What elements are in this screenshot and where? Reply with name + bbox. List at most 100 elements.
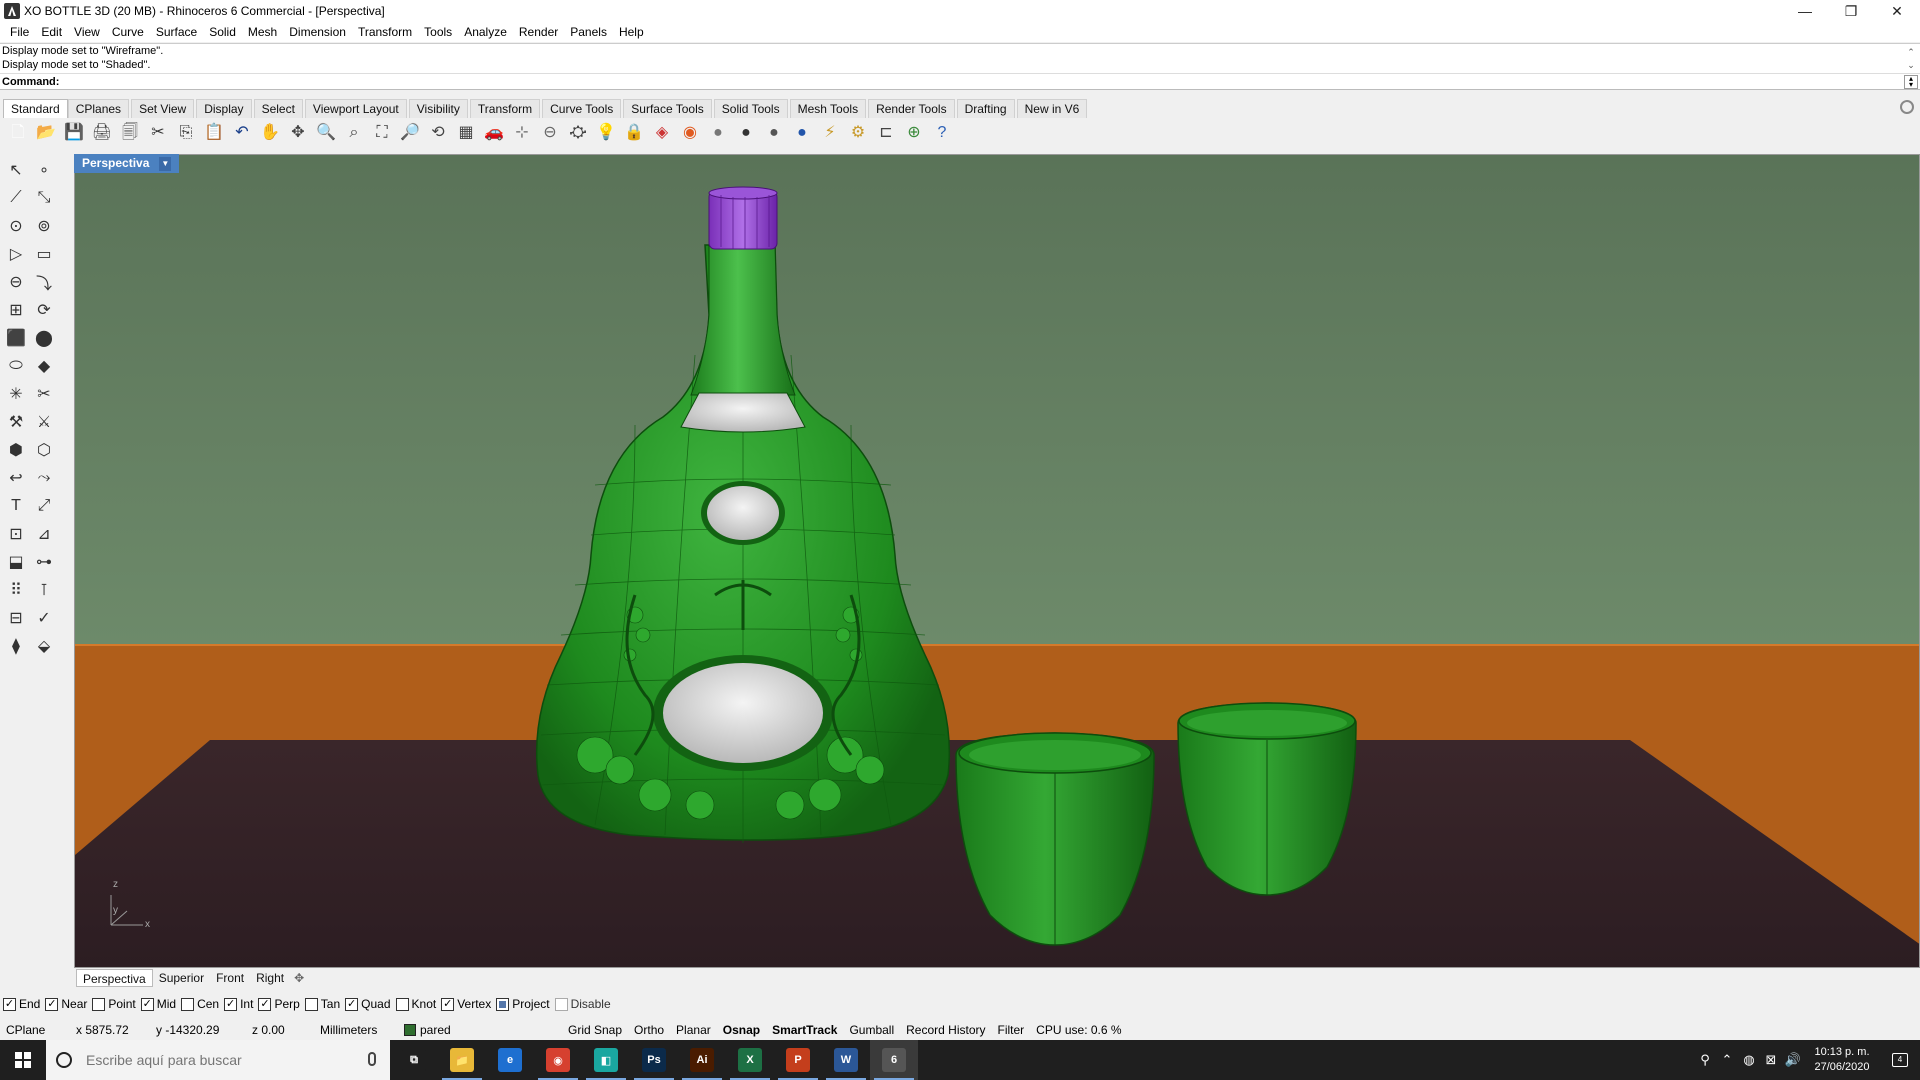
environment-sphere-icon[interactable]: ● xyxy=(788,119,816,147)
cplane-icon[interactable]: ⊖ xyxy=(536,119,564,147)
explode-icon[interactable]: ✳ xyxy=(2,380,30,408)
tab-set-view[interactable]: Set View xyxy=(131,99,195,118)
light-tool-icon[interactable]: ⚡ xyxy=(816,119,844,147)
osnap-near[interactable]: Near xyxy=(45,997,87,1011)
tab-render-tools[interactable]: Render Tools xyxy=(868,99,955,118)
grid-array-icon[interactable]: ⠿ xyxy=(2,576,30,604)
volume-icon[interactable]: 🔊 xyxy=(1782,1040,1804,1080)
osnap-checkbox[interactable] xyxy=(92,997,106,1011)
tab-display[interactable]: Display xyxy=(196,99,252,118)
help-icon[interactable]: ? xyxy=(928,119,956,147)
fillet-curve-icon[interactable]: ⤵ xyxy=(30,268,58,296)
revolve-icon[interactable]: ⟳ xyxy=(30,296,58,324)
command-input[interactable] xyxy=(64,74,1894,90)
tab-surface-tools[interactable]: Surface Tools xyxy=(623,99,712,118)
osnap-checkbox[interactable] xyxy=(304,997,318,1011)
select-arrow-icon[interactable]: ↖ xyxy=(2,156,30,184)
options-gear-icon[interactable]: ⚙ xyxy=(844,119,872,147)
trim-icon[interactable]: ✂ xyxy=(30,380,58,408)
new-icon[interactable]: 🗋 xyxy=(4,119,32,147)
layer-icon[interactable]: ◈ xyxy=(648,119,676,147)
scale-icon[interactable]: ⤢ xyxy=(30,492,58,520)
toolbar-options-gear-icon[interactable] xyxy=(1900,100,1914,114)
dimension-linear-icon[interactable]: ⊶ xyxy=(30,548,58,576)
undo-view-icon[interactable]: ⟲ xyxy=(424,119,452,147)
menu-curve[interactable]: Curve xyxy=(106,22,150,42)
notifications-button[interactable]: 4 xyxy=(1880,1040,1920,1080)
osnap-checkbox[interactable] xyxy=(345,997,359,1011)
microphone-icon[interactable] xyxy=(368,1052,376,1066)
copy-icon[interactable]: ⎘ xyxy=(172,119,200,147)
status-layer[interactable]: pared xyxy=(398,1021,562,1039)
menu-file[interactable]: File xyxy=(4,22,35,42)
tab-transform[interactable]: Transform xyxy=(469,99,541,118)
viewport-title[interactable]: Perspectiva ▼ xyxy=(74,154,180,173)
properties-icon[interactable]: ⊟ xyxy=(2,604,30,632)
paste-icon[interactable]: 📋 xyxy=(200,119,228,147)
osnap-checkbox[interactable] xyxy=(45,997,59,1011)
menu-render[interactable]: Render xyxy=(513,22,564,42)
mesh-icon[interactable]: ◆ xyxy=(30,352,58,380)
tab-visibility[interactable]: Visibility xyxy=(408,99,468,118)
material-icon[interactable]: ⬙ xyxy=(30,632,58,660)
osnap-knot[interactable]: Knot xyxy=(395,997,436,1011)
osnap-checkbox[interactable] xyxy=(554,997,568,1011)
tab-select[interactable]: Select xyxy=(253,99,303,118)
menu-edit[interactable]: Edit xyxy=(35,22,68,42)
lock-icon[interactable]: 🔒 xyxy=(620,119,648,147)
gumball-toggle[interactable]: Gumball xyxy=(843,1021,900,1039)
clock[interactable]: 10:13 p. m. 27/06/2020 xyxy=(1804,1045,1880,1075)
viewport-layout-icon[interactable]: ▦ xyxy=(452,119,480,147)
status-units[interactable]: Millimeters xyxy=(314,1021,398,1039)
chevron-up-icon[interactable]: ⌃ xyxy=(1716,1040,1738,1080)
tab-drafting[interactable]: Drafting xyxy=(956,99,1015,118)
osnap-checkbox[interactable] xyxy=(3,997,16,1011)
car-icon[interactable]: 🚗 xyxy=(480,119,508,147)
extrude-icon[interactable]: ⬭ xyxy=(2,352,30,380)
menu-view[interactable]: View xyxy=(68,22,106,42)
menu-dimension[interactable]: Dimension xyxy=(283,22,352,42)
word-taskbar-button[interactable]: W xyxy=(822,1040,870,1080)
viewport-tab-front[interactable]: Front xyxy=(210,969,250,987)
circle-icon[interactable]: ⊙ xyxy=(2,212,30,240)
osnap-mid[interactable]: Mid xyxy=(140,997,176,1011)
point-on-icon[interactable]: ⊹ xyxy=(508,119,536,147)
dimension-icon[interactable]: ⊏ xyxy=(872,119,900,147)
zoom-window-icon[interactable]: ⌕ xyxy=(340,119,368,147)
menu-tools[interactable]: Tools xyxy=(418,22,458,42)
surface-points-icon[interactable]: ⊞ xyxy=(2,296,30,324)
app-teal-taskbar-button[interactable]: ◧ xyxy=(582,1040,630,1080)
tab-new-in-v6[interactable]: New in V6 xyxy=(1016,99,1088,118)
record-history-toggle[interactable]: Record History xyxy=(900,1021,991,1039)
tray-app-icon[interactable]: ◍ xyxy=(1738,1040,1760,1080)
person-icon[interactable]: ⚲ xyxy=(1694,1040,1716,1080)
text-icon[interactable]: T xyxy=(2,492,30,520)
illustrator-taskbar-button[interactable]: Ai xyxy=(678,1040,726,1080)
osnap-checkbox[interactable] xyxy=(496,997,510,1011)
zoom-icon[interactable]: 🔍 xyxy=(312,119,340,147)
mirror-icon[interactable]: ⊿ xyxy=(30,520,58,548)
ellipse-icon[interactable]: ⊚ xyxy=(30,212,58,240)
start-button[interactable] xyxy=(0,1040,46,1080)
gumball-icon[interactable]: ⛮ xyxy=(564,119,592,147)
file-explorer-taskbar-button[interactable]: 📁 xyxy=(438,1040,486,1080)
curve-points-icon[interactable]: ⤡ xyxy=(30,184,58,212)
menu-surface[interactable]: Surface xyxy=(150,22,203,42)
group-icon[interactable]: ⬢ xyxy=(2,436,30,464)
save-icon[interactable]: 💾 xyxy=(60,119,88,147)
menu-solid[interactable]: Solid xyxy=(203,22,242,42)
osnap-cen[interactable]: Cen xyxy=(181,997,219,1011)
perspective-viewport[interactable]: z y x xyxy=(74,154,1920,968)
excel-taskbar-button[interactable]: X xyxy=(726,1040,774,1080)
rectangle-icon[interactable]: ▭ xyxy=(30,240,58,268)
tab-viewport-layout[interactable]: Viewport Layout xyxy=(304,99,407,118)
viewport-tab-superior[interactable]: Superior xyxy=(153,969,210,987)
analyze-icon[interactable]: ⊺ xyxy=(30,576,58,604)
split-icon[interactable]: ⚔ xyxy=(30,408,58,436)
box-icon[interactable]: ⬛ xyxy=(2,324,30,352)
close-button[interactable]: ✕ xyxy=(1874,0,1920,22)
pan-icon[interactable]: ✋ xyxy=(256,119,284,147)
solid-box-icon[interactable]: ⬓ xyxy=(2,548,30,576)
osnap-checkbox[interactable] xyxy=(441,997,455,1011)
arc-icon[interactable]: ⊖ xyxy=(2,268,30,296)
